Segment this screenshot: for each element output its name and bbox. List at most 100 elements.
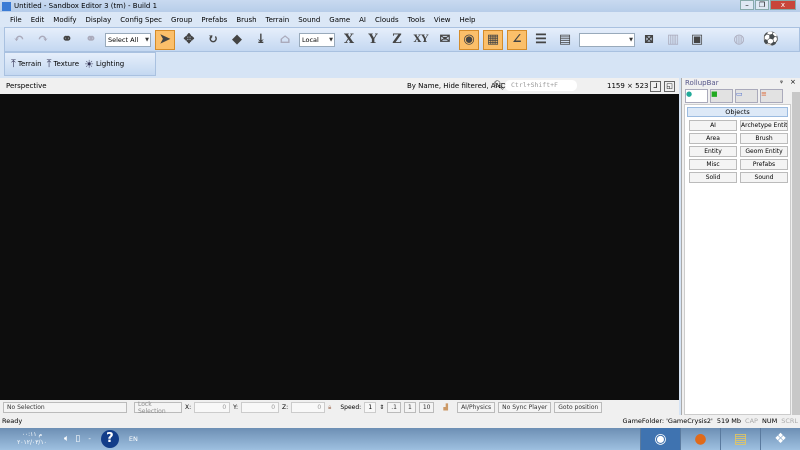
speed-1-button[interactable]: 1 xyxy=(403,402,416,413)
ball-icon[interactable]: ⚽ xyxy=(761,30,781,50)
lock-icon[interactable]: 🔒︎ xyxy=(328,404,331,412)
tab-objects[interactable]: ● xyxy=(685,89,708,103)
sync-player-button[interactable]: No Sync Player xyxy=(498,402,552,413)
menu-brush[interactable]: Brush xyxy=(236,16,256,24)
object-geom-entity-button[interactable]: Geom Entity xyxy=(740,146,788,157)
terrain-collision-icon[interactable]: ▟ xyxy=(443,404,448,411)
menu-edit[interactable]: Edit xyxy=(31,16,45,24)
tab-terrain[interactable]: ■ xyxy=(710,89,733,103)
snap-terrain-icon[interactable]: ✉ xyxy=(435,30,455,50)
undo-icon[interactable]: ↶ xyxy=(9,30,29,50)
tab-display[interactable]: ▭ xyxy=(735,89,758,103)
menu-tools[interactable]: Tools xyxy=(408,16,425,24)
axis-helper-icon[interactable]: ⅃ xyxy=(650,80,661,92)
menu-game[interactable]: Game xyxy=(329,16,350,24)
import-icon[interactable]: ▥ xyxy=(663,30,683,50)
viewport-name[interactable]: Perspective xyxy=(6,82,47,90)
maximize-button[interactable]: ❐ xyxy=(755,0,769,10)
menu-terrain[interactable]: Terrain xyxy=(266,16,290,24)
menu-view[interactable]: View xyxy=(434,16,451,24)
minimize-button[interactable]: – xyxy=(740,0,754,10)
speed-10-button[interactable]: 10 xyxy=(418,402,435,413)
objects-header[interactable]: Objects xyxy=(687,107,788,117)
terrain-toolbar: ⤒ Terrain ⤒ Texture ☀ Lighting xyxy=(4,52,156,76)
angle-snap-icon[interactable]: ∠ xyxy=(507,29,527,50)
select-terrain-icon[interactable]: ⤓ xyxy=(251,30,271,50)
pin-icon[interactable]: ᵠ xyxy=(780,79,783,87)
menu-prefabs[interactable]: Prefabs xyxy=(201,16,227,24)
menu-display[interactable]: Display xyxy=(85,16,111,24)
object-solid-button[interactable]: Solid xyxy=(689,172,737,183)
scale-icon[interactable]: ◆ xyxy=(227,30,247,50)
goto-position-button[interactable]: Goto position xyxy=(554,402,603,413)
lock-selection-button[interactable]: Lock Selection xyxy=(134,401,182,415)
sandbox-taskbar-icon[interactable]: ◉ xyxy=(640,428,680,450)
object-misc-button[interactable]: Misc xyxy=(689,159,737,170)
x-coordinate-input[interactable]: 0 xyxy=(194,402,231,413)
move-icon[interactable]: ✥ xyxy=(179,30,199,50)
axis-x-button[interactable]: X xyxy=(339,30,359,50)
object-ai-button[interactable]: AI xyxy=(689,120,737,131)
z-coordinate-input[interactable]: 0 xyxy=(291,402,326,413)
perspective-viewport[interactable] xyxy=(0,94,679,400)
menu-group[interactable]: Group xyxy=(171,16,192,24)
ai-physics-button[interactable]: AI/Physics xyxy=(457,402,496,413)
lighting-button[interactable]: ☀ Lighting xyxy=(84,58,124,71)
rollup-scrollbar[interactable] xyxy=(792,92,800,415)
speed-0-1-button[interactable]: .1 xyxy=(387,402,401,413)
export-icon[interactable]: ▣ xyxy=(687,30,707,50)
rollup-close-icon[interactable]: × xyxy=(790,78,796,86)
terrain-button[interactable]: ⤒ Terrain xyxy=(11,57,42,71)
select-arrow-icon[interactable]: ➤ xyxy=(155,29,175,50)
axis-y-button[interactable]: Y xyxy=(363,30,383,50)
delete-layer-icon[interactable]: ⊠ xyxy=(639,30,659,50)
redo-icon[interactable]: ↷ xyxy=(33,30,53,50)
start-button-icon[interactable]: ❖ xyxy=(760,428,800,450)
speed-input[interactable]: 1 xyxy=(364,402,377,413)
maximize-viewport-icon[interactable]: ◱ xyxy=(664,80,675,92)
object-archetype-entity-button[interactable]: Archetype Entity xyxy=(740,120,788,131)
object-sound-button[interactable]: Sound xyxy=(740,172,788,183)
language-indicator[interactable]: EN xyxy=(129,435,138,443)
grid-icon[interactable]: ▦ xyxy=(483,29,503,50)
object-brush-button[interactable]: Brush xyxy=(740,133,788,144)
link-icon[interactable]: ⚭ xyxy=(57,30,77,50)
menu-clouds[interactable]: Clouds xyxy=(375,16,399,24)
menu-help[interactable]: Help xyxy=(460,16,476,24)
object-area-button[interactable]: Area xyxy=(689,133,737,144)
layer-list-icon[interactable]: ▤ xyxy=(555,30,575,50)
menu-ai[interactable]: AI xyxy=(359,16,366,24)
object-entity-button[interactable]: Entity xyxy=(689,146,737,157)
close-button[interactable]: x xyxy=(770,0,796,10)
selection-filter-select[interactable]: Select All ▼ xyxy=(105,32,151,47)
help-icon[interactable]: ? xyxy=(100,430,119,448)
coord-system-select[interactable]: Local ▼ xyxy=(299,32,335,47)
explorer-icon[interactable]: ▤ xyxy=(720,428,760,450)
chevron-down-icon: ▼ xyxy=(629,36,633,43)
object-search-input[interactable]: Ctrl+Shift+F xyxy=(505,80,577,91)
camera-icon[interactable]: ◉ xyxy=(459,29,479,50)
firefox-icon[interactable]: ● xyxy=(680,428,720,450)
clock[interactable]: ۰۰:۱۱ م ۲۰۱۲/۰۳/۱۰ xyxy=(8,431,56,447)
tab-layers[interactable]: ≡ xyxy=(760,89,783,103)
paint-icon[interactable]: ⌂ xyxy=(275,30,295,50)
speed-spinner-icon[interactable]: ⇕ xyxy=(379,404,384,411)
terrain-icon: ⤒ xyxy=(11,57,16,70)
globe-icon[interactable]: ◍ xyxy=(729,30,749,50)
axis-z-button[interactable]: Z xyxy=(387,30,407,50)
rotate-icon[interactable]: ↻ xyxy=(203,30,223,50)
layer-select[interactable]: ▼ xyxy=(579,32,635,47)
object-prefabs-button[interactable]: Prefabs xyxy=(740,159,788,170)
axis-xy-button[interactable]: XY xyxy=(411,30,431,50)
menu-sound[interactable]: Sound xyxy=(298,16,320,24)
texture-button[interactable]: ⤒ Texture xyxy=(47,57,80,71)
menu-file[interactable]: File xyxy=(10,16,22,24)
y-coordinate-input[interactable]: 0 xyxy=(241,402,280,413)
menu-modify[interactable]: Modify xyxy=(53,16,76,24)
unlink-icon[interactable]: ⚭ xyxy=(81,30,101,50)
volume-icon[interactable]: 🔈︎ xyxy=(64,434,69,444)
display-icon: ▭ xyxy=(736,90,743,98)
network-icon[interactable]: ▯ xyxy=(75,434,80,444)
align-icon[interactable]: ☰ xyxy=(531,30,551,50)
menu-config-spec[interactable]: Config Spec xyxy=(120,16,162,24)
